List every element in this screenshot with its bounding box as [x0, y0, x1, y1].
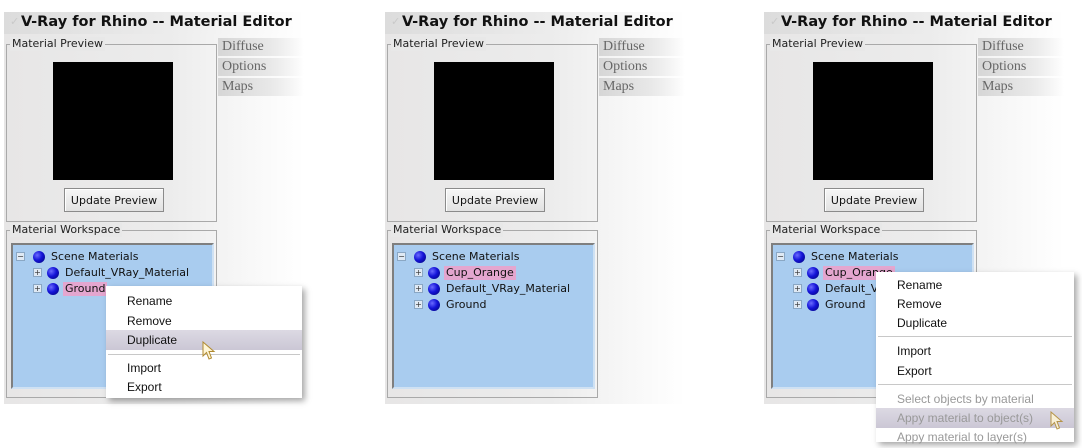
expand-plus-icon[interactable]: + [414, 268, 423, 277]
material-ball-icon [793, 251, 805, 263]
material-preview-label: Material Preview [10, 37, 106, 51]
tree-root-label: Scene Materials [51, 250, 139, 263]
menu-item-import[interactable]: Import [106, 358, 302, 378]
material-workspace-label: Material Workspace [391, 223, 504, 237]
tree-item-label: Default_V [825, 282, 879, 295]
menu-item-duplicate[interactable]: Duplicate [876, 313, 1074, 333]
tree-item-label: Ground [63, 282, 108, 296]
material-preview-group: Material Preview Update Preview [6, 37, 217, 222]
vray-logo-icon: ✓ [10, 15, 20, 28]
tab-diffuse[interactable]: Diffuse [599, 38, 685, 56]
menu-item-remove[interactable]: Remove [876, 294, 1074, 314]
expand-plus-icon[interactable]: + [793, 300, 802, 309]
tree-item-label: Default_VRay_Material [446, 282, 571, 295]
tree-root-label: Scene Materials [811, 250, 899, 263]
material-preview-image [813, 62, 933, 180]
menu-item-import[interactable]: Import [876, 341, 1074, 361]
collapse-minus-icon[interactable]: − [16, 252, 25, 261]
collapse-minus-icon[interactable]: − [776, 252, 785, 261]
material-ball-icon [47, 267, 59, 279]
expand-plus-icon[interactable]: + [33, 268, 42, 277]
tree-item-label: Ground [825, 298, 866, 311]
update-preview-button[interactable]: Update Preview [445, 188, 545, 212]
title-bar: ✓ V-Ray for Rhino -- Material Editor [385, 12, 685, 34]
menu-item-select-objects-by-material[interactable]: Select objects by material [876, 389, 1074, 409]
expand-plus-icon[interactable]: + [33, 284, 42, 293]
tree-item-label: Default_VRay_Material [65, 266, 190, 279]
tab-diffuse[interactable]: Diffuse [218, 38, 304, 56]
material-preview-label: Material Preview [770, 37, 866, 51]
tab-maps[interactable]: Maps [218, 78, 304, 96]
expand-plus-icon[interactable]: + [793, 284, 802, 293]
title-bar: ✓ V-Ray for Rhino -- Material Editor [4, 12, 304, 34]
tab-options[interactable]: Options [978, 58, 1064, 76]
material-workspace-label: Material Workspace [10, 223, 123, 237]
menu-item-apply-material-to-layers[interactable]: Appy material to layer(s) [876, 427, 1074, 447]
context-menu-3: Rename Remove Duplicate Import Export Se… [876, 272, 1074, 444]
menu-item-export[interactable]: Export [876, 361, 1074, 381]
expand-plus-icon[interactable]: + [414, 300, 423, 309]
tab-diffuse[interactable]: Diffuse [978, 38, 1064, 56]
menu-separator [878, 336, 1072, 337]
mouse-cursor-icon [202, 341, 216, 360]
menu-item-rename[interactable]: Rename [876, 275, 1074, 295]
mouse-cursor-icon [1050, 411, 1064, 430]
material-preview-group: Material Preview Update Preview [387, 37, 598, 222]
tree-item-label: Cup_Orange [444, 266, 516, 280]
tree-item-label: Ground [446, 298, 487, 311]
menu-separator [878, 384, 1072, 385]
collapse-minus-icon[interactable]: − [397, 252, 406, 261]
material-ball-icon [807, 283, 819, 295]
update-preview-button[interactable]: Update Preview [64, 188, 164, 212]
menu-item-apply-material-to-objects[interactable]: Appy material to object(s) [876, 408, 1074, 428]
tree-root-label: Scene Materials [432, 250, 520, 263]
expand-plus-icon[interactable]: + [793, 268, 802, 277]
material-editor-window-2: ✓ V-Ray for Rhino -- Material Editor Mat… [385, 12, 685, 404]
menu-item-remove[interactable]: Remove [106, 311, 302, 331]
tab-options[interactable]: Options [218, 58, 304, 76]
material-ball-icon [807, 299, 819, 311]
update-preview-button[interactable]: Update Preview [824, 188, 924, 212]
vray-logo-icon: ✓ [391, 15, 401, 28]
material-ball-icon [414, 251, 426, 263]
expand-plus-icon[interactable]: + [414, 284, 423, 293]
vray-logo-icon: ✓ [770, 15, 780, 28]
title-bar: ✓ V-Ray for Rhino -- Material Editor [764, 12, 1064, 34]
material-workspace-group: Material Workspace − Scene Materials + C… [387, 223, 598, 398]
material-ball-icon [428, 283, 440, 295]
material-preview-image [53, 62, 173, 180]
material-ball-icon [33, 251, 45, 263]
material-workspace-label: Material Workspace [770, 223, 883, 237]
tab-maps[interactable]: Maps [978, 78, 1064, 96]
tab-maps[interactable]: Maps [599, 78, 685, 96]
tab-options[interactable]: Options [599, 58, 685, 76]
window-title: V-Ray for Rhino -- Material Editor [781, 14, 1052, 30]
material-tree[interactable]: − Scene Materials + Cup_Orange + Default… [392, 243, 595, 389]
menu-item-export[interactable]: Export [106, 377, 302, 397]
material-ball-icon [428, 299, 440, 311]
window-title: V-Ray for Rhino -- Material Editor [402, 14, 673, 30]
material-ball-icon [47, 283, 59, 295]
window-title: V-Ray for Rhino -- Material Editor [21, 14, 292, 30]
material-preview-group: Material Preview Update Preview [766, 37, 977, 222]
menu-item-rename[interactable]: Rename [106, 291, 302, 311]
material-ball-icon [807, 267, 819, 279]
material-preview-label: Material Preview [391, 37, 487, 51]
material-ball-icon [428, 267, 440, 279]
material-preview-image [434, 62, 554, 180]
